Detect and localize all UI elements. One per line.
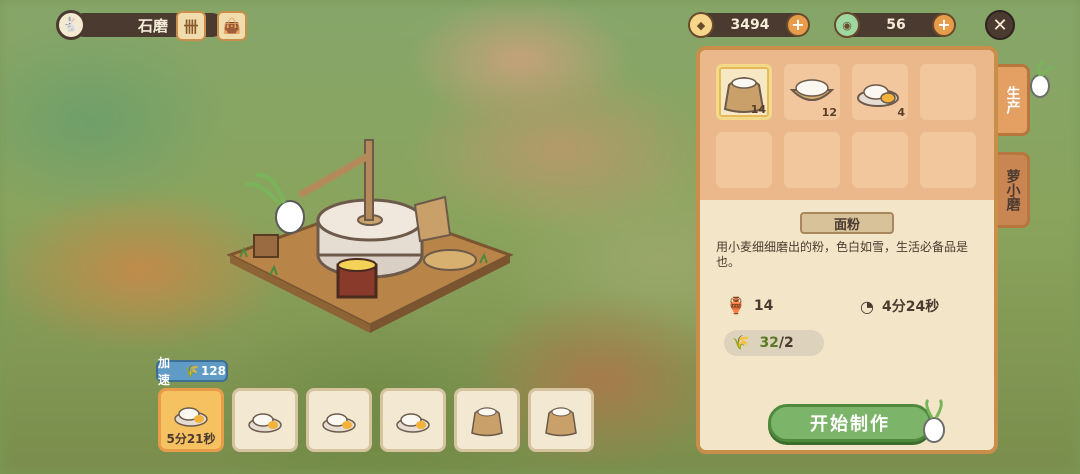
- speedup-badge[interactable]: 加速 🌾 128: [156, 356, 228, 387]
- flour-plate-icon: [248, 413, 282, 433]
- scroll-icon: 卌: [183, 17, 199, 36]
- flour-plate-icon: [322, 413, 356, 433]
- coin-counter: ◆ 3494 +: [688, 12, 810, 38]
- empty-slot: [920, 132, 976, 188]
- queue-slot[interactable]: [306, 388, 372, 452]
- wheat-icon: 🌾: [183, 364, 199, 378]
- wheat-icon: 🌾: [732, 335, 750, 351]
- item-description: 用小麦细细磨出的粉，色白如雪，生活必备品是也。: [716, 240, 969, 269]
- empty-slot: [852, 132, 908, 188]
- flour-plate-icon: [174, 407, 208, 427]
- duration-stat: ◔ 4分24秒: [860, 296, 939, 316]
- flour-plate-icon: [396, 413, 430, 433]
- recipe-slot-flour-bowl[interactable]: 12: [784, 64, 840, 120]
- stone-mill-illustration[interactable]: [210, 135, 530, 335]
- coin-icon: ◆: [688, 12, 714, 38]
- scroll-icon-button[interactable]: 卌: [176, 11, 206, 41]
- queue-slot[interactable]: [454, 388, 520, 452]
- empty-slot: [920, 64, 976, 120]
- bag-icon: 👜: [222, 17, 242, 35]
- recipe-slot-flour-plate-egg[interactable]: 4: [852, 64, 908, 120]
- empty-slot: [784, 132, 840, 188]
- bag-icon-button[interactable]: 👜: [217, 11, 247, 41]
- duration-value: 4分24秒: [881, 299, 940, 315]
- add-coins-button[interactable]: +: [786, 13, 810, 37]
- empty-slot: [716, 132, 772, 188]
- gem-icon: ◉: [834, 12, 860, 38]
- coin-amount: 3494: [730, 17, 770, 33]
- tab-radish-mill[interactable]: 萝小磨: [998, 152, 1030, 228]
- item-name-tag: 面粉: [800, 212, 894, 234]
- recipe-grid: 14 12 4: [700, 50, 994, 200]
- slot-count: 12: [821, 106, 837, 119]
- clock-icon: ◔: [860, 296, 874, 316]
- rabbit-icon: 🐇: [56, 10, 86, 40]
- radish-mascot-icon: [923, 398, 945, 443]
- active-timer: 5分21秒: [166, 432, 216, 446]
- recipe-slot-flour-bag[interactable]: 14: [716, 64, 772, 120]
- gem-counter: ◉ 56 +: [834, 12, 956, 38]
- production-panel: 14 12 4 面粉 用小麦细细磨出的粉，色白如雪，生活必备品是也。 🏺 14: [696, 46, 998, 454]
- speedup-label: 加速: [158, 356, 171, 387]
- owned-count: 14: [753, 297, 774, 314]
- gem-amount: 56: [886, 17, 906, 33]
- slot-count: 4: [897, 106, 905, 119]
- slot-count: 14: [750, 103, 766, 116]
- close-button[interactable]: ✕: [985, 10, 1015, 40]
- wheat-requirement: 🌾 32/2: [724, 330, 824, 356]
- req-need: /2: [778, 335, 794, 351]
- flour-bag-icon: [545, 407, 577, 437]
- granary-icon: 🏺: [726, 296, 746, 315]
- flour-bag-icon: [471, 407, 503, 437]
- queue-slot[interactable]: [232, 388, 298, 452]
- queue-slot[interactable]: [380, 388, 446, 452]
- req-have: 32: [759, 335, 779, 351]
- owned-stat: 🏺 14: [726, 296, 773, 315]
- start-crafting-button[interactable]: 开始制作: [768, 404, 932, 442]
- queue-slot-active[interactable]: 5分21秒: [158, 388, 224, 452]
- add-gems-button[interactable]: +: [932, 13, 956, 37]
- speedup-value: 128: [200, 364, 226, 378]
- close-icon: ✕: [992, 14, 1008, 36]
- radish-tab-mascot-icon: [1030, 60, 1055, 98]
- queue-slot[interactable]: [528, 388, 594, 452]
